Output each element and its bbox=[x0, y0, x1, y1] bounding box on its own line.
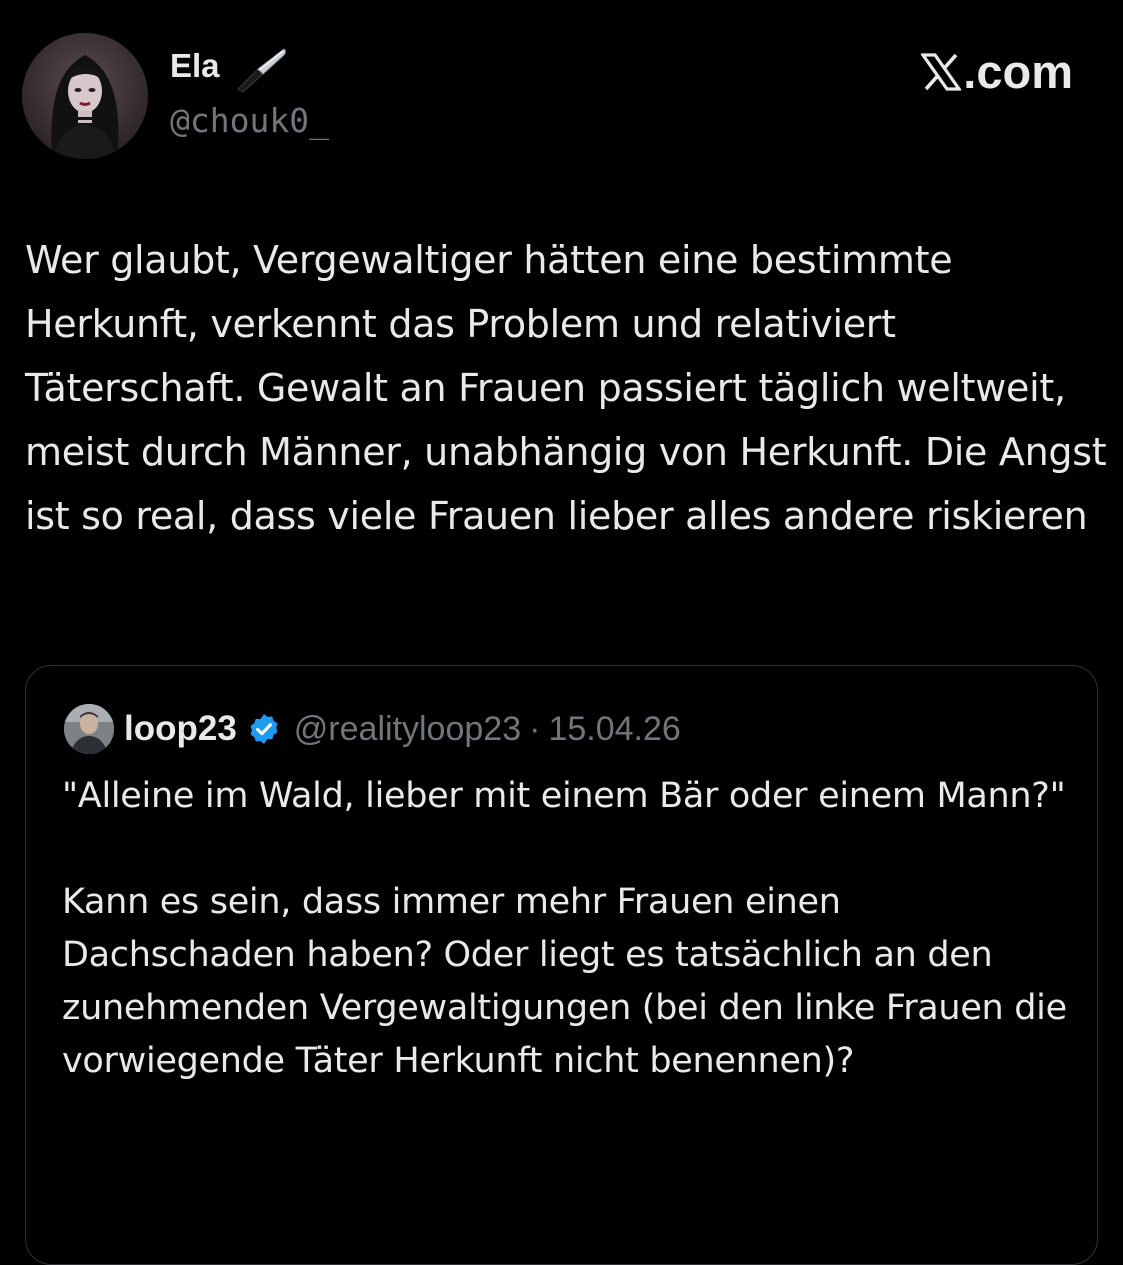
quote-text: "Alleine im Wald, lieber mit einem Bär o… bbox=[62, 776, 1067, 1081]
quoted-tweet[interactable]: loop23 @realityloop23 · 15.04.26 "Allein… bbox=[25, 665, 1098, 1265]
quote-header: loop23 @realityloop23 · 15.04.26 bbox=[124, 704, 681, 754]
quote-author-avatar[interactable] bbox=[64, 704, 114, 754]
quote-author-name[interactable]: loop23 bbox=[124, 709, 237, 749]
verified-badge-icon bbox=[250, 714, 278, 744]
knife-icon bbox=[237, 48, 286, 93]
site-logo: .com bbox=[921, 44, 1073, 100]
author-avatar[interactable] bbox=[22, 33, 148, 159]
tweet-text: Wer glaubt, Vergewaltiger hätten eine be… bbox=[25, 238, 1107, 538]
quote-author-handle[interactable]: @realityloop23 bbox=[294, 710, 521, 749]
quote-separator: · bbox=[529, 709, 541, 748]
author-handle[interactable]: @chouk0_ bbox=[170, 99, 329, 143]
x-logo-icon bbox=[921, 53, 962, 91]
quote-date[interactable]: 15.04.26 bbox=[548, 710, 680, 749]
site-domain-label: .com bbox=[963, 45, 1073, 98]
author-name[interactable]: Ela bbox=[170, 46, 220, 86]
